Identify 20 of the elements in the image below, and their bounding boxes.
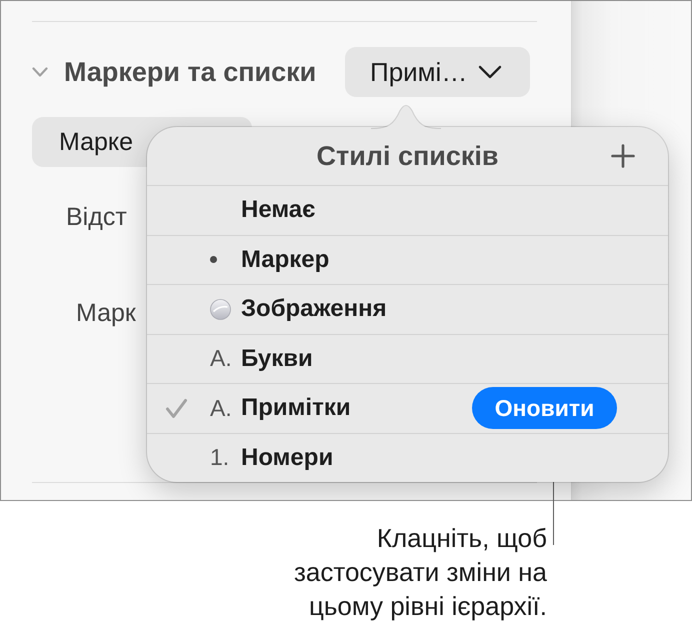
popover-title: Стилі списків bbox=[316, 140, 499, 172]
callout-text: Клацніть, щоб застосувати зміни на цьому рівні ієрархії. bbox=[292, 522, 547, 623]
list-style-option[interactable]: Примітки bbox=[241, 394, 351, 422]
list-prefix: A. bbox=[210, 394, 232, 422]
style-popup-button[interactable]: Примі… bbox=[345, 47, 530, 97]
list-style-option[interactable]: Немає bbox=[241, 196, 316, 224]
field-label: Відст bbox=[66, 203, 127, 231]
list-style-option[interactable]: Зображення bbox=[241, 295, 387, 324]
list-style-option[interactable]: Номери bbox=[241, 444, 334, 472]
chevron-down-icon bbox=[478, 65, 502, 79]
disc-icon bbox=[210, 298, 231, 320]
list-prefix: A. bbox=[210, 345, 232, 372]
list-style-option[interactable]: Букви bbox=[241, 344, 313, 373]
update-button[interactable]: Оновити bbox=[472, 387, 617, 430]
list-prefix: 1. bbox=[210, 444, 230, 472]
plus-icon[interactable] bbox=[611, 144, 635, 168]
field-label: Марк bbox=[76, 299, 136, 327]
section-title: Маркери та списки bbox=[64, 56, 316, 88]
bullet-icon bbox=[210, 256, 217, 264]
list-style-option[interactable]: Маркер bbox=[241, 246, 330, 274]
